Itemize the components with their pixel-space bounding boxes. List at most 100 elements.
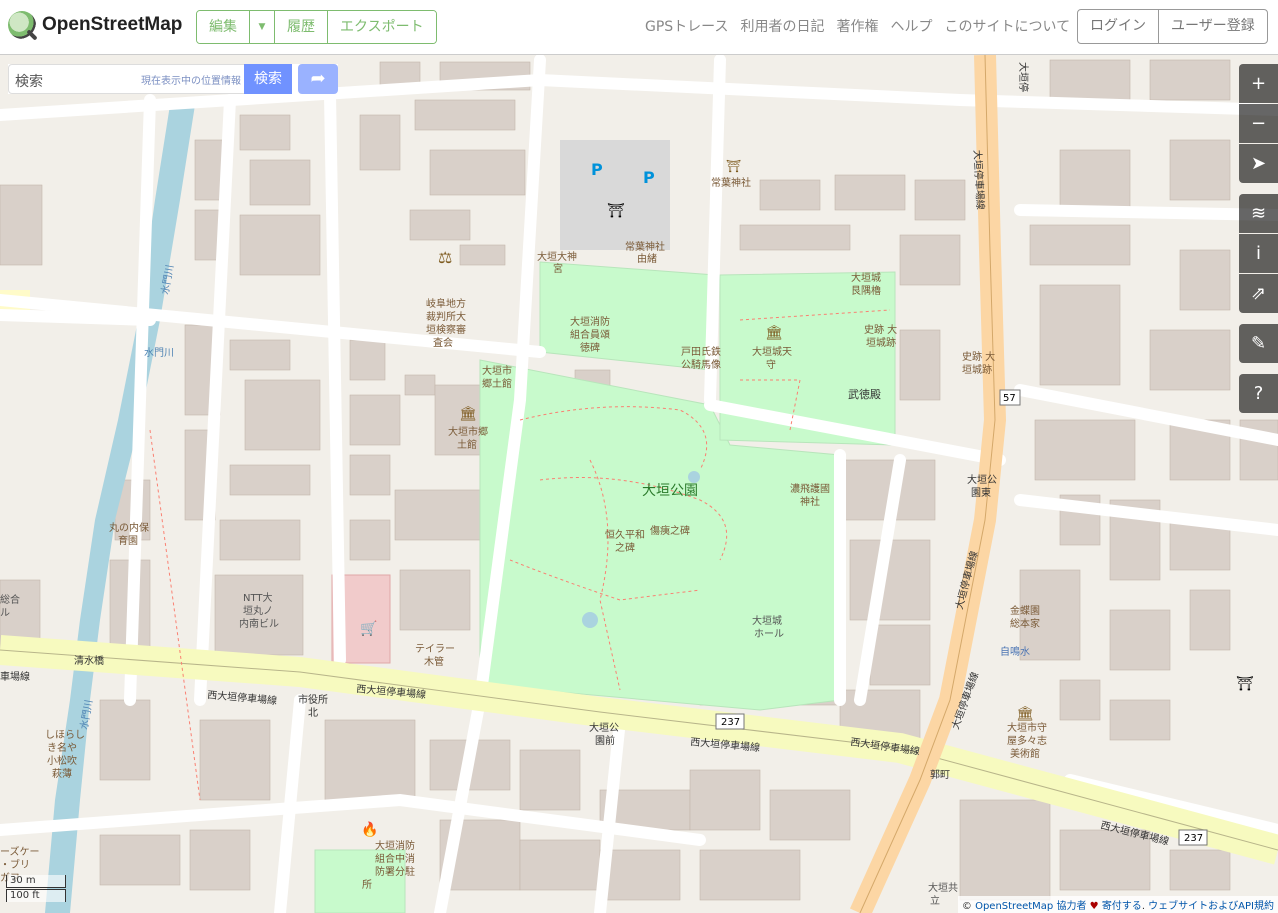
svg-text:之碑: 之碑 — [615, 541, 635, 554]
svg-text:大垣市: 大垣市 — [482, 364, 512, 377]
svg-text:戸田氏鉄: 戸田氏鉄 — [681, 345, 721, 358]
svg-text:水門川: 水門川 — [144, 347, 174, 359]
logo[interactable]: OpenStreetMap — [8, 11, 182, 39]
svg-text:内南ビル: 内南ビル — [239, 617, 279, 630]
export-button[interactable]: エクスポート — [328, 11, 436, 43]
history-button[interactable]: 履歴 — [275, 11, 328, 43]
svg-text:由緒: 由緒 — [637, 252, 657, 265]
svg-text:北: 北 — [308, 707, 318, 719]
svg-text:🛒: 🛒 — [360, 620, 377, 637]
copyright-symbol: © — [961, 901, 972, 912]
svg-text:大垣城: 大垣城 — [851, 271, 881, 284]
svg-text:園東: 園東 — [971, 486, 991, 499]
svg-text:史跡 大: 史跡 大 — [962, 350, 995, 363]
svg-text:宮: 宮 — [553, 262, 563, 275]
svg-text:🔥: 🔥 — [361, 821, 378, 838]
svg-text:垣丸ノ: 垣丸ノ — [243, 604, 273, 617]
svg-text:しほらし: しほらし — [45, 729, 85, 741]
svg-text:市役所: 市役所 — [298, 693, 328, 706]
svg-text:ル: ル — [0, 608, 10, 619]
signup-button[interactable]: ユーザー登録 — [1159, 10, 1267, 43]
scale-imperial: 100 ft — [6, 889, 66, 902]
svg-text:テイラー: テイラー — [415, 643, 455, 655]
query-features-icon[interactable]: ? — [1239, 374, 1278, 413]
svg-text:武徳殿: 武徳殿 — [848, 388, 881, 401]
svg-text:常葉神社: 常葉神社 — [711, 176, 751, 189]
donate-link[interactable]: 寄付する — [1102, 901, 1142, 912]
svg-text:岐阜地方: 岐阜地方 — [426, 297, 466, 310]
svg-text:🏛: 🏛 — [765, 324, 783, 341]
scale-bar: 30 m 100 ft — [6, 875, 66, 903]
svg-text:ーズケー: ーズケー — [0, 845, 40, 858]
directions-icon[interactable]: ➦ — [298, 64, 338, 94]
info-icon[interactable]: i — [1239, 234, 1278, 273]
svg-text:57: 57 — [1003, 393, 1016, 404]
where-am-i-link[interactable]: 現在表示中の位置情報 — [141, 72, 241, 87]
svg-text:艮隅櫓: 艮隅櫓 — [851, 284, 881, 297]
svg-text:大垣公: 大垣公 — [589, 721, 619, 734]
svg-text:所: 所 — [362, 879, 372, 891]
header: OpenStreetMap 編集 ▼ 履歴 エクスポート GPSトレース 利用者… — [0, 0, 1278, 55]
svg-text:237: 237 — [1184, 833, 1203, 844]
edit-history-export-group: 編集 ▼ 履歴 エクスポート — [196, 10, 437, 44]
svg-text:裁判所大: 裁判所大 — [426, 310, 466, 323]
nav-diaries[interactable]: 利用者の日記 — [740, 16, 824, 36]
login-button[interactable]: ログイン — [1078, 10, 1159, 43]
heart-icon: ♥ — [1089, 901, 1099, 912]
nav-copyright[interactable]: 著作権 — [836, 16, 878, 36]
map[interactable]: ⛩ ⛩ ⛩ ⚖ 🏛 🏛 🏛 🔥 🛒 P P 常葉神社 常葉神社 由緒 大垣大神 … — [0, 55, 1278, 913]
contributors-link[interactable]: 協力者 — [1056, 901, 1086, 912]
edit-button[interactable]: 編集 — [197, 11, 250, 43]
svg-text:恒久平和: 恒久平和 — [605, 528, 645, 541]
svg-text:垣城跡: 垣城跡 — [866, 336, 896, 349]
svg-text:P: P — [643, 168, 655, 187]
svg-text:総合: 総合 — [0, 593, 20, 606]
svg-text:大垣停: 大垣停 — [1017, 62, 1030, 92]
zoom-in-button[interactable]: + — [1239, 64, 1278, 103]
svg-text:P: P — [591, 160, 603, 179]
svg-text:237: 237 — [721, 717, 740, 728]
svg-text:自鳴水: 自鳴水 — [1000, 645, 1030, 658]
layers-icon[interactable]: ≋ — [1239, 194, 1278, 233]
search-input[interactable]: 検索 現在表示中の位置情報 — [8, 64, 246, 94]
svg-text:査会: 査会 — [433, 336, 453, 349]
svg-text:守: 守 — [766, 358, 776, 371]
svg-text:立: 立 — [930, 894, 940, 907]
svg-text:小松吹: 小松吹 — [47, 754, 77, 767]
svg-text:丸の内保: 丸の内保 — [109, 521, 149, 534]
share-icon[interactable]: ⇗ — [1239, 274, 1278, 313]
svg-text:組合中消: 組合中消 — [375, 852, 415, 865]
search-button[interactable]: 検索 — [244, 64, 292, 94]
svg-text:土館: 土館 — [457, 438, 477, 451]
svg-text:大垣市守: 大垣市守 — [1007, 721, 1047, 734]
terms-link[interactable]: ウェブサイトおよびAPI規約 — [1148, 901, 1274, 912]
svg-text:史跡 大: 史跡 大 — [864, 323, 897, 336]
osm-link[interactable]: OpenStreetMap — [975, 901, 1053, 912]
svg-text:大垣大神: 大垣大神 — [537, 250, 577, 263]
locate-icon[interactable]: ➤ — [1239, 144, 1278, 183]
svg-text:き名や: き名や — [47, 741, 77, 754]
svg-text:傷痍之碑: 傷痍之碑 — [650, 524, 690, 537]
edit-dropdown-chevron-icon[interactable]: ▼ — [250, 11, 275, 43]
svg-text:大垣消防: 大垣消防 — [375, 839, 415, 852]
svg-text:金蝶園: 金蝶園 — [1010, 604, 1040, 617]
add-note-icon[interactable]: ✎ — [1239, 324, 1278, 363]
svg-text:大垣公: 大垣公 — [967, 473, 997, 486]
osm-logo-icon — [8, 11, 36, 39]
auth-buttons: ログイン ユーザー登録 — [1077, 9, 1268, 44]
scale-metric: 30 m — [6, 875, 66, 888]
nav-gps-traces[interactable]: GPSトレース — [645, 16, 728, 36]
svg-text:大垣消防: 大垣消防 — [570, 315, 610, 328]
nav-help[interactable]: ヘルプ — [890, 16, 932, 36]
svg-text:垣城跡: 垣城跡 — [962, 363, 992, 376]
svg-text:🏛: 🏛 — [1016, 705, 1034, 722]
svg-text:ホール: ホール — [754, 628, 784, 640]
zoom-out-button[interactable]: − — [1239, 104, 1278, 143]
svg-text:⛩: ⛩ — [607, 203, 625, 219]
svg-text:🏛: 🏛 — [459, 405, 477, 422]
svg-text:NTT大: NTT大 — [243, 591, 273, 604]
park-name: 大垣公園 — [642, 483, 698, 499]
svg-text:神社: 神社 — [800, 495, 820, 508]
svg-text:郭町: 郭町 — [930, 768, 950, 781]
nav-about[interactable]: このサイトについて — [944, 16, 1070, 36]
